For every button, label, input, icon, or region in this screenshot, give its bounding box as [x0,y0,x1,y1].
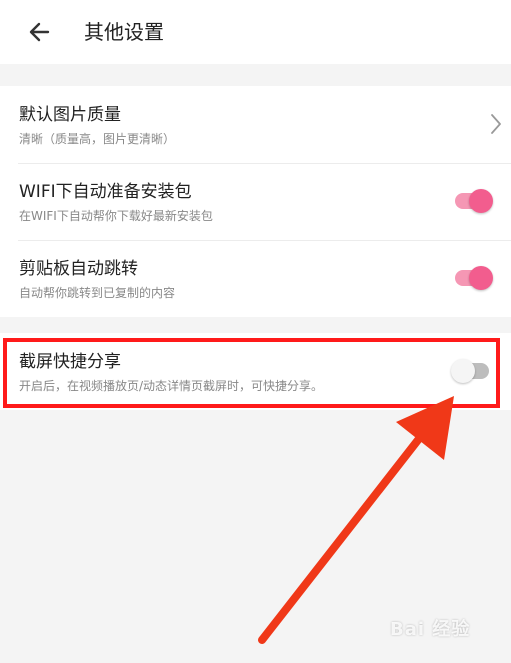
clipboard-jump-toggle[interactable] [455,266,493,290]
setting-row-image-quality[interactable]: 默认图片质量 清晰（质量高，图片更清晰） [0,86,511,163]
back-button[interactable] [22,14,58,50]
settings-group-1: 默认图片质量 清晰（质量高，图片更清晰） WIFI下自动准备安装包 在WIFI下… [0,86,511,317]
setting-subtitle: 开启后，在视频播放页/动态详情页截屏时，可快捷分享。 [19,379,324,393]
setting-row-screenshot-share: 截屏快捷分享 开启后，在视频播放页/动态详情页截屏时，可快捷分享。 [0,333,511,410]
settings-group-2: 截屏快捷分享 开启后，在视频播放页/动态详情页截屏时，可快捷分享。 [0,333,511,410]
chevron-right-icon [489,112,503,136]
page-title: 其他设置 [84,20,164,44]
setting-subtitle: 自动帮你跳转到已复制的内容 [19,286,176,300]
setting-title: 默认图片质量 [19,105,121,125]
setting-title: 剪贴板自动跳转 [19,259,138,279]
setting-row-clipboard-jump: 剪贴板自动跳转 自动帮你跳转到已复制的内容 [0,240,511,317]
toggle-knob [451,359,475,383]
toggle-knob [469,189,493,213]
setting-title: WIFI下自动准备安装包 [19,182,192,202]
wifi-auto-download-toggle[interactable] [455,189,493,213]
arrow-left-icon [29,22,50,42]
setting-title: 截屏快捷分享 [19,352,121,372]
toggle-knob [469,266,493,290]
screenshot-share-toggle[interactable] [451,359,491,383]
section-gap [0,64,511,86]
setting-subtitle: 在WIFI下自动帮你下载好最新安装包 [19,209,213,223]
setting-row-wifi-auto-download: WIFI下自动准备安装包 在WIFI下自动帮你下载好最新安装包 [0,163,511,240]
setting-subtitle: 清晰（质量高，图片更清晰） [19,132,176,146]
watermark: Bai 经验 [390,619,471,640]
app-header: 其他设置 [0,0,511,64]
